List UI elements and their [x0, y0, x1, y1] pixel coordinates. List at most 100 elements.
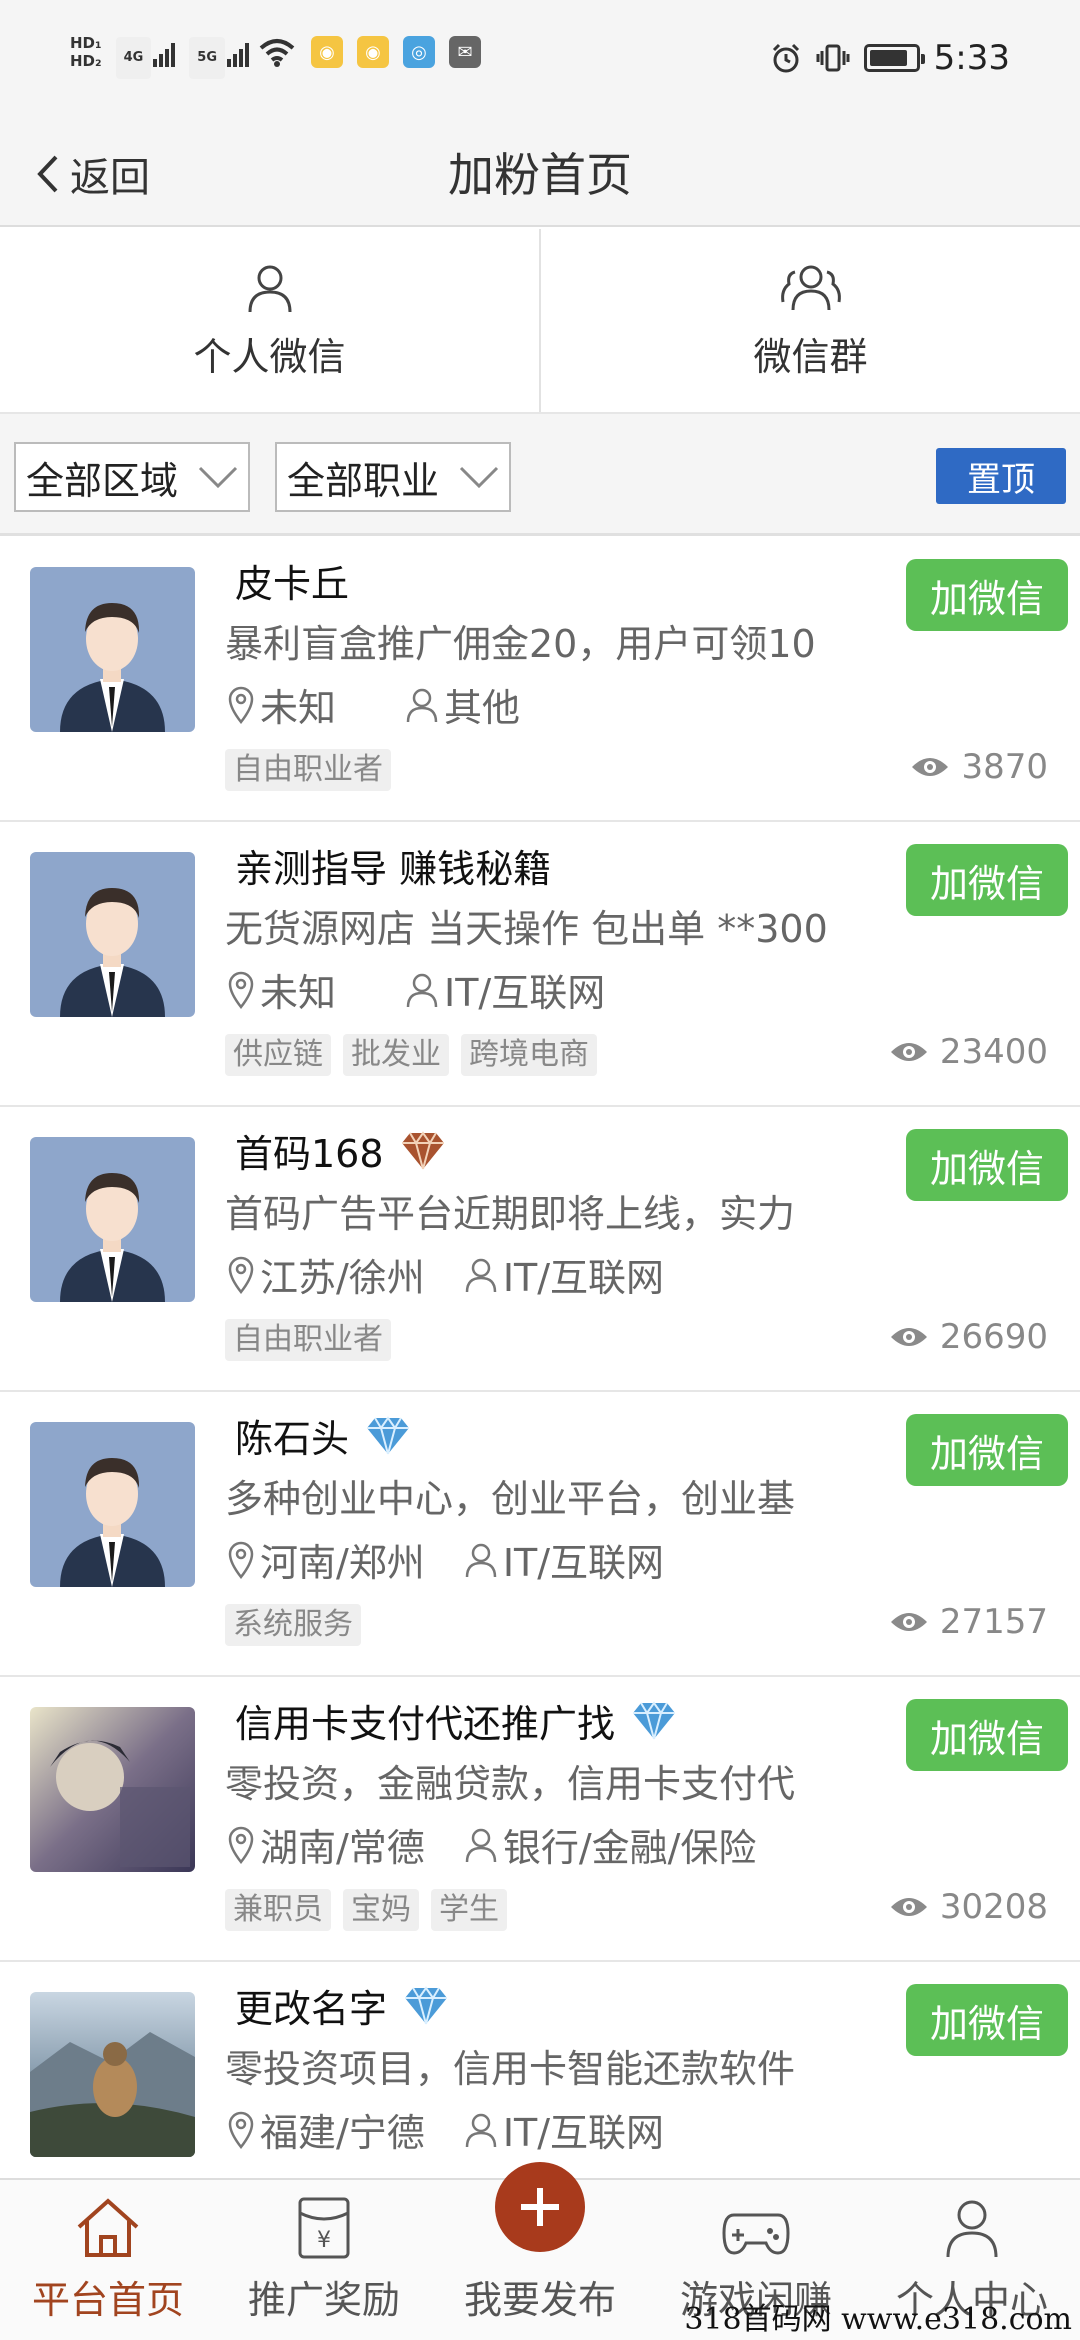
listing-occupation: IT/互联网 — [406, 962, 605, 1017]
listing-meta: 未知 其他 — [228, 677, 520, 732]
vip-blue-diamond-icon — [405, 1985, 448, 2024]
tag-chip: 跨境电商 — [461, 1034, 597, 1076]
view-count: 3870 — [911, 747, 1048, 787]
listing-location: 江苏/徐州 — [228, 1247, 425, 1302]
occupation-text: 其他 — [444, 686, 521, 730]
add-wechat-button[interactable]: 加微信 — [906, 1129, 1068, 1201]
avatar[interactable] — [30, 1137, 195, 1302]
pin-to-top-button[interactable]: 置顶 — [936, 448, 1066, 504]
eye-icon — [912, 758, 949, 776]
listing-meta: 江苏/徐州 IT/互联网 — [228, 1247, 664, 1302]
tag-list: 自由职业者 — [225, 749, 391, 791]
add-wechat-button[interactable]: 加微信 — [906, 1984, 1068, 2056]
app-notification-icon: ◎ — [403, 36, 436, 68]
weibo-icon-2: ◉ — [357, 36, 390, 68]
listing-occupation: IT/互联网 — [465, 1247, 664, 1302]
listing-name: 陈石头 — [235, 1417, 350, 1461]
reward-icon: ¥ — [298, 2197, 350, 2259]
chevron-down-icon — [198, 466, 238, 488]
name-row: 亲测指导 赚钱秘籍 — [235, 838, 551, 893]
nav-promo-reward[interactable]: ¥ 推广奖励 — [216, 2180, 432, 2340]
gamepad-icon — [722, 2213, 790, 2255]
vibrate-icon — [816, 44, 850, 72]
listing-location: 未知 — [228, 677, 336, 732]
listing-description: 首码广告平台近期即将上线，实力 — [225, 1192, 796, 1236]
hd-indicator: HD₁ HD₂ — [70, 34, 102, 70]
listing-card[interactable]: 亲测指导 赚钱秘籍 无货源网店 当天操作 包出单 **300 未知 IT/互联网… — [0, 822, 1080, 1107]
nav-publish[interactable]: 我要发布 — [432, 2162, 648, 2340]
listing-occupation: IT/互联网 — [465, 2102, 664, 2157]
avatar[interactable] — [30, 567, 195, 732]
name-row: 更改名字 — [235, 1978, 449, 2033]
nav-reward-label: 推广奖励 — [247, 2278, 400, 2322]
add-wechat-button[interactable]: 加微信 — [906, 1699, 1068, 1771]
location-pin-icon — [228, 2111, 254, 2149]
location-text: 河南/郑州 — [260, 1541, 425, 1585]
battery-icon — [863, 44, 925, 72]
add-wechat-button[interactable]: 加微信 — [906, 559, 1068, 631]
tab-group-label: 微信群 — [753, 335, 868, 379]
location-text: 湖南/常德 — [260, 1826, 425, 1870]
occupation-dropdown[interactable]: 全部职业 — [275, 442, 511, 512]
nav-platform-home[interactable]: 平台首页 — [0, 2180, 216, 2340]
avatar[interactable] — [30, 1992, 195, 2157]
eye-icon — [890, 1613, 927, 1631]
add-wechat-button[interactable]: 加微信 — [906, 1414, 1068, 1486]
filter-bar: 全部区域 全部职业 置顶 — [0, 412, 1080, 536]
tag-chip: 自由职业者 — [225, 1319, 391, 1361]
weibo-icon: ◉ — [311, 36, 344, 68]
person-icon — [946, 2200, 998, 2258]
add-wechat-button[interactable]: 加微信 — [906, 844, 1068, 916]
listing-name: 首码168 — [235, 1132, 384, 1176]
location-pin-icon — [228, 1826, 254, 1864]
tag-list: 系统服务 — [225, 1604, 361, 1646]
region-dropdown[interactable]: 全部区域 — [14, 442, 250, 512]
eye-icon — [890, 1898, 927, 1916]
avatar[interactable] — [30, 852, 195, 1017]
chevron-down-icon — [459, 466, 499, 488]
occupation-text: IT/互联网 — [502, 1541, 665, 1585]
location-text: 福建/宁德 — [260, 2111, 425, 2155]
name-row: 陈石头 — [235, 1408, 411, 1463]
home-icon — [77, 2198, 139, 2257]
location-pin-icon — [228, 1541, 254, 1579]
listing-location: 未知 — [228, 962, 336, 1017]
tag-chip: 自由职业者 — [225, 749, 391, 791]
plus-icon — [495, 2162, 585, 2252]
avatar[interactable] — [30, 1707, 195, 1872]
listing-card[interactable]: 更改名字 零投资项目，信用卡智能还款软件 福建/宁德 IT/互联网 加微信 — [0, 1962, 1080, 2177]
occupation-person-icon — [465, 2113, 497, 2147]
view-count-value: 26690 — [939, 1317, 1048, 1357]
avatar[interactable] — [30, 1422, 195, 1587]
hd1-label: HD₁ — [70, 34, 102, 52]
listing-card[interactable]: 皮卡丘 暴利盲盒推广佣金20，用户可领10 未知 其他 自由职业者 加微信 38… — [0, 537, 1080, 822]
hd2-label: HD₂ — [70, 52, 102, 70]
listing-description: 零投资项目，信用卡智能还款软件 — [225, 2047, 796, 2091]
net2-label: 5G — [189, 37, 226, 79]
listing-meta: 未知 IT/互联网 — [228, 962, 605, 1017]
location-pin-icon — [228, 1256, 254, 1294]
listing-card[interactable]: 信用卡支付代还推广找 零投资，金融贷款，信用卡支付代 湖南/常德 银行/金融/保… — [0, 1677, 1080, 1962]
listing-name: 亲测指导 赚钱秘籍 — [235, 847, 552, 891]
listing-description: 暴利盲盒推广佣金20，用户可领10 — [225, 622, 816, 666]
listing-description: 无货源网店 当天操作 包出单 **300 — [225, 907, 828, 951]
occupation-text: 银行/金融/保险 — [502, 1826, 757, 1870]
eye-icon — [890, 1043, 927, 1061]
wifi-icon — [259, 39, 295, 67]
listing-card[interactable]: 陈石头 多种创业中心，创业平台，创业基 河南/郑州 IT/互联网 系统服务 加微… — [0, 1392, 1080, 1677]
tag-chip: 宝妈 — [343, 1889, 419, 1931]
tab-personal-wechat[interactable]: 个人微信 — [0, 229, 539, 412]
tag-chip: 学生 — [431, 1889, 507, 1931]
signal-5g-icon: 5G — [189, 37, 250, 79]
tab-wechat-group[interactable]: 微信群 — [539, 229, 1080, 412]
status-bar: HD₁ HD₂ 4G 5G ◉ ◉ ◎ ✉ 5:33 — [0, 0, 1080, 125]
listing-name: 信用卡支付代还推广找 — [235, 1702, 616, 1746]
status-right: 5:33 — [770, 38, 1010, 78]
listing-card[interactable]: 首码168 首码广告平台近期即将上线，实力 江苏/徐州 IT/互联网 自由职业者… — [0, 1107, 1080, 1392]
nav-header: 返回 加粉首页 — [0, 125, 1080, 227]
listing-occupation: 其他 — [406, 677, 520, 732]
view-count: 27157 — [890, 1602, 1048, 1642]
listing-occupation: IT/互联网 — [465, 1532, 664, 1587]
listing-list: 皮卡丘 暴利盲盒推广佣金20，用户可领10 未知 其他 自由职业者 加微信 38… — [0, 537, 1080, 2177]
occupation-value: 全部职业 — [287, 458, 440, 503]
